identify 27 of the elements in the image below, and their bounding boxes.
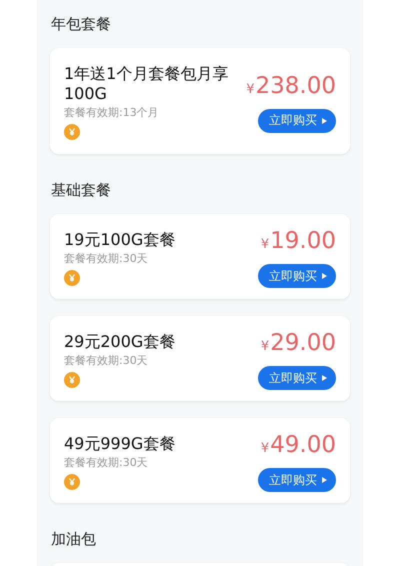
validity-text: 套餐有效期:13个月 — [64, 105, 159, 121]
plan-name: 49元999G套餐 — [64, 434, 176, 454]
coin-icon — [64, 474, 80, 490]
coin-icon — [64, 124, 80, 140]
buy-button[interactable]: 立即购买 — [258, 468, 336, 492]
coin-icon — [64, 372, 80, 388]
buy-button[interactable]: 立即购买 — [258, 264, 336, 288]
section-title: 年包套餐 — [50, 14, 112, 35]
buy-button[interactable]: 立即购买 — [258, 366, 336, 390]
plan-name: 19元100G套餐 — [64, 230, 176, 250]
plan-name: 29元200G套餐 — [64, 332, 176, 352]
play-icon — [322, 273, 327, 279]
price-text: ¥29.00 — [260, 329, 336, 358]
coin-icon — [64, 270, 80, 286]
validity-text: 套餐有效期:30天 — [64, 250, 148, 266]
play-icon — [322, 118, 327, 124]
plan-name: 1年送1个月套餐包月享100G — [64, 64, 230, 104]
price-text: ¥49.00 — [260, 431, 336, 460]
price-text: ¥238.00 — [246, 72, 336, 100]
play-icon — [322, 477, 327, 483]
section-title: 加油包 — [50, 529, 97, 550]
price-text: ¥19.00 — [260, 227, 336, 256]
buy-button[interactable]: 立即购买 — [258, 108, 336, 132]
section-title: 基础套餐 — [50, 180, 112, 201]
validity-text: 套餐有效期:30天 — [64, 454, 148, 470]
play-icon — [322, 375, 327, 381]
validity-text: 套餐有效期:30天 — [64, 352, 148, 368]
